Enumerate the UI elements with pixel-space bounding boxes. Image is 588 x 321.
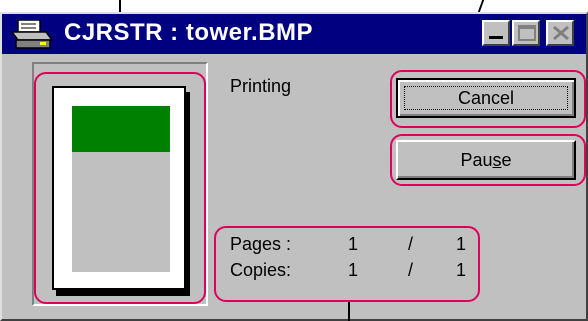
window-title: CJRSTR : tower.BMP [64, 19, 314, 46]
title-bar: CJRSTR : tower.BMP [2, 14, 586, 54]
callout-counts [214, 226, 480, 302]
minimize-icon [489, 36, 503, 39]
close-icon [553, 25, 569, 41]
maximize-button[interactable] [512, 20, 540, 46]
minimize-button[interactable] [482, 20, 510, 46]
close-button[interactable] [546, 20, 574, 46]
callout-pause [390, 134, 586, 186]
callout-leader-counts [348, 302, 350, 321]
callout-preview [34, 72, 206, 304]
callout-leader-cancel [477, 0, 485, 12]
printer-icon [10, 20, 54, 49]
status-text: Printing [230, 76, 292, 96]
maximize-icon [518, 25, 536, 41]
callout-cancel [390, 70, 586, 128]
